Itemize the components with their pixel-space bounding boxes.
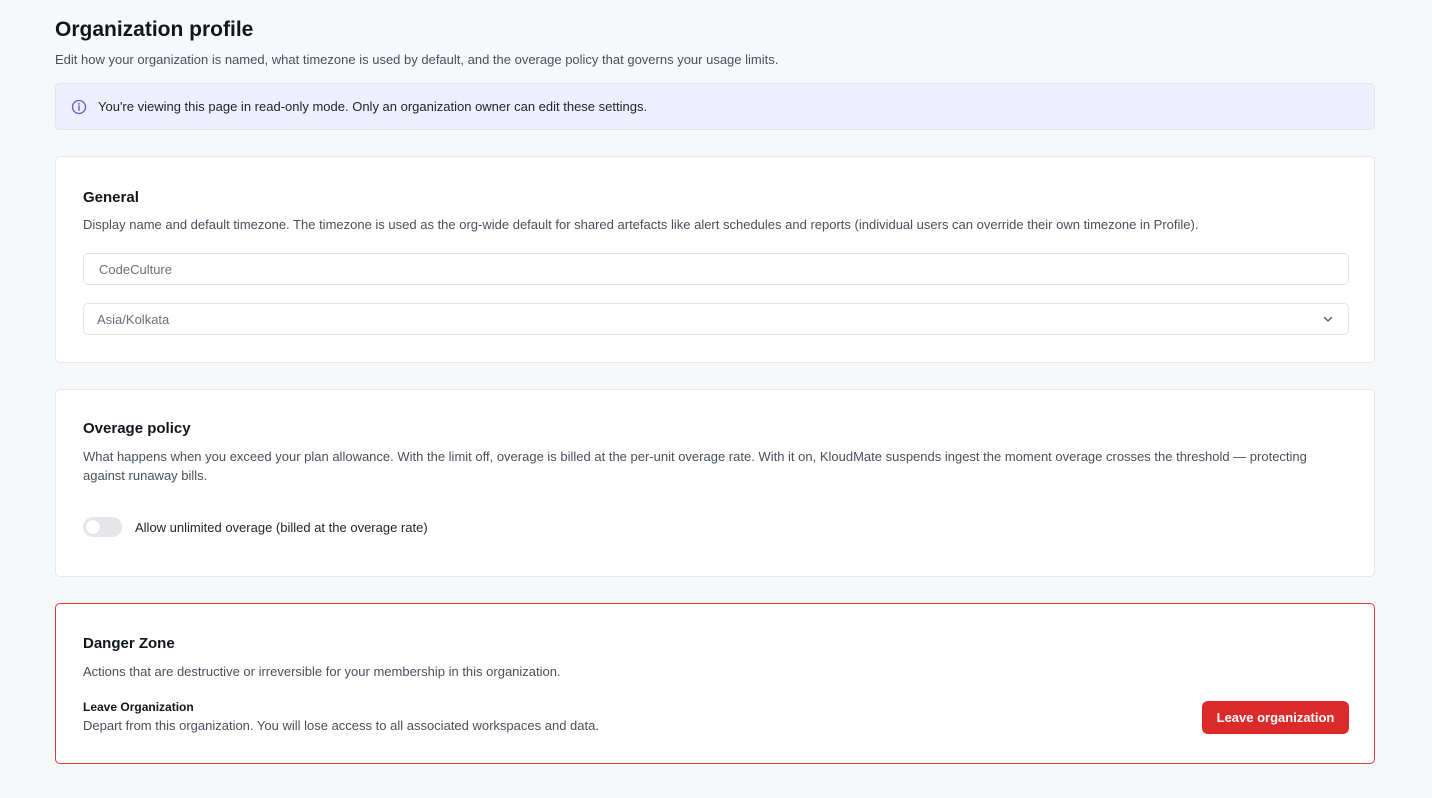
info-icon	[70, 98, 88, 116]
read-only-notice: You're viewing this page in read-only mo…	[55, 83, 1375, 130]
danger-zone-title: Danger Zone	[83, 635, 175, 652]
organization-name-value: CodeCulture	[99, 261, 172, 277]
leave-organization-title: Leave Organization	[83, 700, 194, 714]
leave-organization-description: Depart from this organization. You will …	[83, 718, 599, 733]
organization-name-input[interactable]: CodeCulture	[83, 253, 1349, 285]
toggle-knob	[86, 520, 100, 534]
overage-toggle-row: Allow unlimited overage (billed at the o…	[83, 517, 428, 537]
page-subtitle: Edit how your organization is named, wha…	[55, 52, 779, 67]
chevron-down-icon	[1321, 312, 1335, 326]
general-title: General	[83, 189, 139, 206]
danger-zone-description: Actions that are destructive or irrevers…	[83, 664, 561, 679]
leave-organization-button[interactable]: Leave organization	[1202, 701, 1349, 734]
general-description: Display name and default timezone. The t…	[83, 217, 1199, 232]
danger-zone-card: Danger Zone Actions that are destructive…	[55, 603, 1375, 764]
timezone-select[interactable]: Asia/Kolkata	[83, 303, 1349, 335]
timezone-value: Asia/Kolkata	[97, 311, 170, 327]
overage-description: What happens when you exceed your plan a…	[83, 449, 1307, 483]
notice-text: You're viewing this page in read-only mo…	[98, 99, 648, 114]
general-card: General Display name and default timezon…	[55, 156, 1375, 363]
page-title: Organization profile	[55, 18, 254, 41]
overage-title: Overage policy	[83, 420, 191, 437]
unlimited-overage-label: Allow unlimited overage (billed at the o…	[135, 519, 428, 535]
overage-policy-card: Overage policy What happens when you exc…	[55, 389, 1375, 577]
unlimited-overage-toggle[interactable]	[83, 517, 122, 537]
